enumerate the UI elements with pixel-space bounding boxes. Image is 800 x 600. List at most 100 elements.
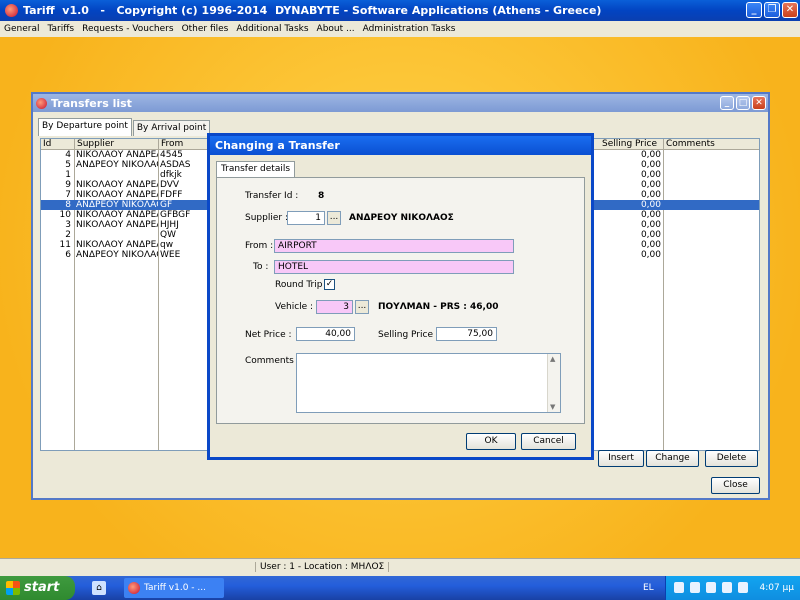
supplier-code-field[interactable]: 1	[287, 211, 325, 225]
close-button[interactable]: Close	[711, 477, 760, 494]
to-label: To :	[253, 262, 269, 272]
cell-supplier: ΑΝΔΡΕΟΥ ΝΙΚΟΛΑΟΣ	[76, 200, 158, 210]
supplier-lookup-button[interactable]: ...	[327, 211, 341, 225]
transfers-list-title-bar[interactable]: Transfers list _ □ ✕	[33, 94, 768, 112]
tab-by-departure-point[interactable]: By Departure point	[38, 118, 132, 136]
close-icon[interactable]: ✕	[782, 2, 798, 18]
cell-supplier: ΝΙΚΟΛΑΟΥ ΑΝΔΡΕΑΣ	[76, 220, 158, 230]
scroll-up-icon[interactable]: ▲	[550, 355, 555, 363]
from-field[interactable]: AIRPORT	[274, 239, 514, 253]
comments-label: Comments :	[245, 356, 300, 366]
selling-price-field[interactable]: 75,00	[436, 327, 497, 341]
cell-from: WEE	[160, 250, 181, 260]
tray-icon[interactable]	[674, 582, 684, 593]
changing-transfer-dialog: Changing a Transfer Transfer details Tra…	[207, 133, 594, 460]
to-field[interactable]: HOTEL	[274, 260, 514, 274]
cell-id: 2	[65, 230, 71, 240]
cell-selling-price: 0,00	[640, 150, 661, 160]
comments-scrollbar[interactable]: ▲ ▼	[547, 354, 560, 412]
volume-icon[interactable]	[706, 582, 716, 593]
change-button[interactable]: Change	[646, 450, 699, 467]
column-header-from[interactable]: From	[159, 139, 209, 150]
scroll-down-icon[interactable]: ▼	[550, 403, 555, 411]
cell-id: 8	[65, 200, 71, 210]
column-header-id[interactable]: Id	[41, 139, 75, 150]
vehicle-code-field[interactable]: 3	[316, 300, 353, 314]
menu-general[interactable]: General	[0, 24, 43, 34]
menu-about[interactable]: About ...	[313, 24, 359, 34]
system-tray: EL 4:07 μμ	[643, 576, 800, 600]
cancel-button[interactable]: Cancel	[521, 433, 576, 450]
selling-price-label: Selling Price :	[378, 330, 439, 340]
security-icon[interactable]	[722, 582, 732, 593]
cell-selling-price: 0,00	[640, 240, 661, 250]
cell-from: DVV	[160, 180, 180, 190]
transfer-id-label: Transfer Id :	[245, 191, 299, 201]
maximize-icon[interactable]: □	[736, 96, 750, 110]
transfer-details-panel: Transfer Id : 8 Supplier : 1 ... ΑΝΔΡΕΟΥ…	[216, 177, 585, 424]
tray-icon[interactable]	[738, 582, 748, 593]
tab-by-arrival-point[interactable]: By Arrival point	[132, 120, 211, 136]
round-trip-checkbox[interactable]: ✓	[324, 279, 335, 290]
window-icon	[36, 97, 47, 109]
menu-additional-tasks[interactable]: Additional Tasks	[232, 24, 312, 34]
from-label: From :	[245, 241, 274, 251]
cell-id: 10	[59, 210, 71, 220]
cell-selling-price: 0,00	[640, 250, 661, 260]
start-button[interactable]: start	[0, 576, 75, 600]
cell-id: 5	[65, 160, 71, 170]
cell-supplier	[76, 230, 158, 240]
cell-id: 4	[65, 150, 71, 160]
column-header-selling-price[interactable]: Selling Price	[600, 139, 664, 150]
menu-administration-tasks[interactable]: Administration Tasks	[359, 24, 460, 34]
clock: 4:07 μμ	[759, 583, 794, 593]
tab-transfer-details[interactable]: Transfer details	[216, 161, 296, 178]
menu-other-files[interactable]: Other files	[178, 24, 233, 34]
cell-from: FDFF	[160, 190, 183, 200]
cell-id: 3	[65, 220, 71, 230]
close-icon[interactable]: ✕	[752, 96, 766, 110]
minimize-icon[interactable]: _	[746, 2, 762, 18]
cell-from: qw	[160, 240, 174, 250]
cell-selling-price: 0,00	[640, 190, 661, 200]
menu-requests-vouchers[interactable]: Requests - Vouchers	[78, 24, 177, 34]
comments-textarea[interactable]: ▲ ▼	[296, 353, 561, 413]
ok-button[interactable]: OK	[466, 433, 516, 450]
cell-selling-price: 0,00	[640, 220, 661, 230]
cell-selling-price: 0,00	[640, 200, 661, 210]
cell-supplier	[76, 170, 158, 180]
windows-logo-icon	[6, 581, 20, 595]
cell-from: QW	[160, 230, 176, 240]
menu-bar: General Tariffs Requests - Vouchers Othe…	[0, 21, 800, 37]
cell-supplier: ΑΝΔΡΕΟΥ ΝΙΚΟΛΑΟΣ	[76, 250, 158, 260]
language-indicator[interactable]: EL	[643, 576, 654, 600]
dialog-title[interactable]: Changing a Transfer	[210, 136, 591, 155]
supplier-label: Supplier :	[245, 213, 288, 223]
taskbar-item-label: Tariff v1.0 - ...	[144, 583, 206, 593]
minimize-icon[interactable]: _	[720, 96, 734, 110]
vehicle-lookup-button[interactable]: ...	[355, 300, 369, 314]
column-header-supplier[interactable]: Supplier	[75, 139, 159, 150]
round-trip-label: Round Trip	[275, 280, 323, 290]
delete-button[interactable]: Delete	[705, 450, 758, 467]
app-title-bar[interactable]: Tariff v1.0 - Copyright (c) 1996-2014 DY…	[0, 0, 800, 21]
cell-supplier: ΝΙΚΟΛΑΟΥ ΑΝΔΡΕΑΣ	[76, 240, 158, 250]
network-icon[interactable]	[690, 582, 700, 593]
cell-id: 11	[59, 240, 71, 250]
menu-tariffs[interactable]: Tariffs	[43, 24, 78, 34]
restore-icon[interactable]: ❐	[764, 2, 780, 18]
taskbar-item-tariff[interactable]: Tariff v1.0 - ...	[124, 578, 224, 598]
cell-selling-price: 0,00	[640, 180, 661, 190]
column-header-comments[interactable]: Comments	[664, 139, 759, 150]
cell-id: 1	[65, 170, 71, 180]
net-price-field[interactable]: 40,00	[296, 327, 355, 341]
status-bar: User : 1 - Location : ΜΗΛΟΣ	[0, 558, 800, 576]
insert-button[interactable]: Insert	[598, 450, 644, 467]
cell-selling-price: 0,00	[640, 230, 661, 240]
cell-from: 4545	[160, 150, 183, 160]
status-text: User : 1 - Location : ΜΗΛΟΣ	[255, 562, 390, 572]
quick-launch-icon[interactable]: ⌂	[92, 581, 106, 595]
cell-from: GF	[160, 200, 173, 210]
cell-from: ASDAS	[160, 160, 191, 170]
cell-id: 7	[65, 190, 71, 200]
